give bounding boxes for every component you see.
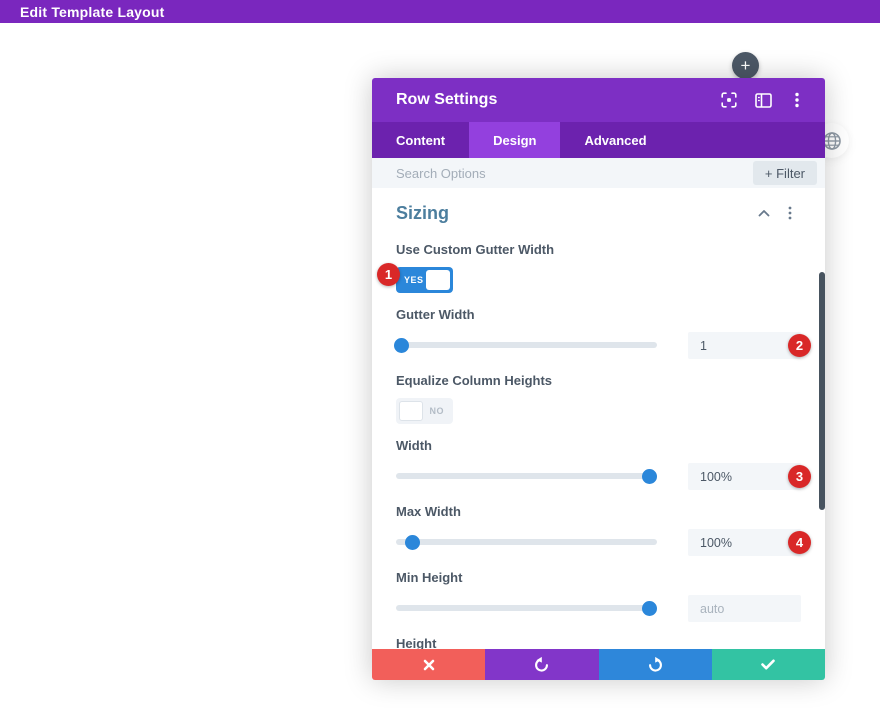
gutter-width-slider[interactable] bbox=[394, 332, 657, 359]
annotation-badge-2: 2 bbox=[788, 334, 811, 357]
slider-thumb[interactable] bbox=[394, 338, 410, 353]
undo-icon bbox=[535, 656, 549, 672]
page-background: Edit Template Layout + Row Settings Cont… bbox=[0, 0, 880, 726]
width-input[interactable] bbox=[688, 463, 801, 490]
tab-design[interactable]: Design bbox=[469, 122, 561, 158]
undo-button[interactable] bbox=[485, 649, 599, 680]
modal-title: Row Settings bbox=[396, 91, 498, 108]
field-gutter-width: Gutter Width 2 bbox=[394, 307, 811, 359]
columns-layout-icon bbox=[754, 92, 772, 108]
slider-track[interactable] bbox=[396, 605, 657, 611]
focus-mode-button[interactable] bbox=[715, 86, 743, 114]
redo-icon bbox=[648, 656, 662, 672]
toggle-knob[interactable] bbox=[399, 401, 423, 421]
check-icon bbox=[761, 659, 776, 670]
section-title: Sizing bbox=[396, 202, 449, 223]
tab-advanced[interactable]: Advanced bbox=[560, 122, 670, 158]
search-options-bar: + Filter bbox=[372, 158, 825, 188]
chevron-up-icon bbox=[758, 210, 770, 217]
save-button[interactable] bbox=[711, 649, 825, 680]
kebab-menu-icon bbox=[788, 206, 792, 220]
field-label: Width bbox=[396, 438, 432, 453]
focus-icon bbox=[721, 92, 737, 108]
toggle-knob[interactable] bbox=[426, 270, 450, 290]
max-width-input[interactable] bbox=[688, 529, 801, 556]
kebab-menu-icon bbox=[795, 92, 799, 108]
modal-tabs: Content Design Advanced bbox=[372, 122, 825, 158]
modal-footer bbox=[372, 649, 825, 680]
field-label: Use Custom Gutter Width bbox=[396, 242, 555, 257]
field-label: Equalize Column Heights bbox=[396, 373, 553, 388]
toggle-state-label: NO bbox=[429, 406, 444, 416]
field-use-custom-gutter-width: Use Custom Gutter Width YES 1 bbox=[377, 242, 801, 293]
slider-track[interactable] bbox=[396, 342, 657, 348]
add-button[interactable]: + bbox=[732, 52, 759, 79]
close-icon bbox=[423, 659, 434, 670]
admin-topbar: Edit Template Layout bbox=[0, 0, 880, 23]
discard-button[interactable] bbox=[372, 649, 486, 680]
width-slider[interactable] bbox=[396, 463, 658, 490]
gutter-width-input[interactable] bbox=[688, 332, 801, 359]
annotation-badge-4: 4 bbox=[788, 531, 811, 554]
tab-content[interactable]: Content bbox=[372, 122, 469, 158]
collapse-section-button[interactable] bbox=[753, 202, 775, 224]
equalize-columns-toggle[interactable]: NO bbox=[396, 398, 453, 424]
field-width: Width 3 bbox=[396, 438, 811, 490]
modal-menu-button[interactable] bbox=[783, 86, 811, 114]
row-settings-modal: Row Settings Content Design Advanced Sea… bbox=[372, 78, 825, 680]
slider-thumb[interactable] bbox=[642, 601, 658, 616]
annotation-badge-3: 3 bbox=[788, 465, 811, 488]
topbar-title: Edit Template Layout bbox=[20, 3, 165, 20]
modal-scrollbar[interactable] bbox=[819, 272, 825, 510]
slider-thumb[interactable] bbox=[642, 469, 658, 484]
field-label: Max Width bbox=[396, 504, 461, 519]
redo-button[interactable] bbox=[598, 649, 712, 680]
toggle-state-label: YES bbox=[404, 275, 424, 285]
layout-panel-button[interactable] bbox=[749, 86, 777, 114]
max-width-slider[interactable] bbox=[396, 529, 657, 556]
field-max-width: Max Width 4 bbox=[396, 504, 811, 556]
slider-thumb[interactable] bbox=[404, 535, 420, 550]
field-label: Min Height bbox=[396, 570, 463, 585]
field-min-height: Min Height bbox=[396, 570, 801, 622]
slider-track[interactable] bbox=[396, 539, 657, 545]
min-height-input[interactable] bbox=[688, 595, 801, 622]
section-menu-button[interactable] bbox=[779, 202, 801, 224]
custom-gutter-toggle[interactable]: YES bbox=[396, 267, 453, 293]
annotation-badge-1: 1 bbox=[377, 263, 400, 286]
modal-header: Row Settings bbox=[372, 78, 825, 122]
filter-button[interactable]: + Filter bbox=[752, 161, 817, 185]
slider-track[interactable] bbox=[396, 473, 657, 479]
search-input[interactable] bbox=[396, 165, 753, 181]
modal-body: Sizing Use Custom Gutter Width YES 1 Gut… bbox=[372, 188, 825, 680]
min-height-slider[interactable] bbox=[396, 595, 658, 622]
field-label: Gutter Width bbox=[396, 307, 475, 322]
sizing-section-header: Sizing bbox=[396, 201, 801, 225]
field-equalize-column-heights: Equalize Column Heights NO bbox=[396, 373, 801, 424]
